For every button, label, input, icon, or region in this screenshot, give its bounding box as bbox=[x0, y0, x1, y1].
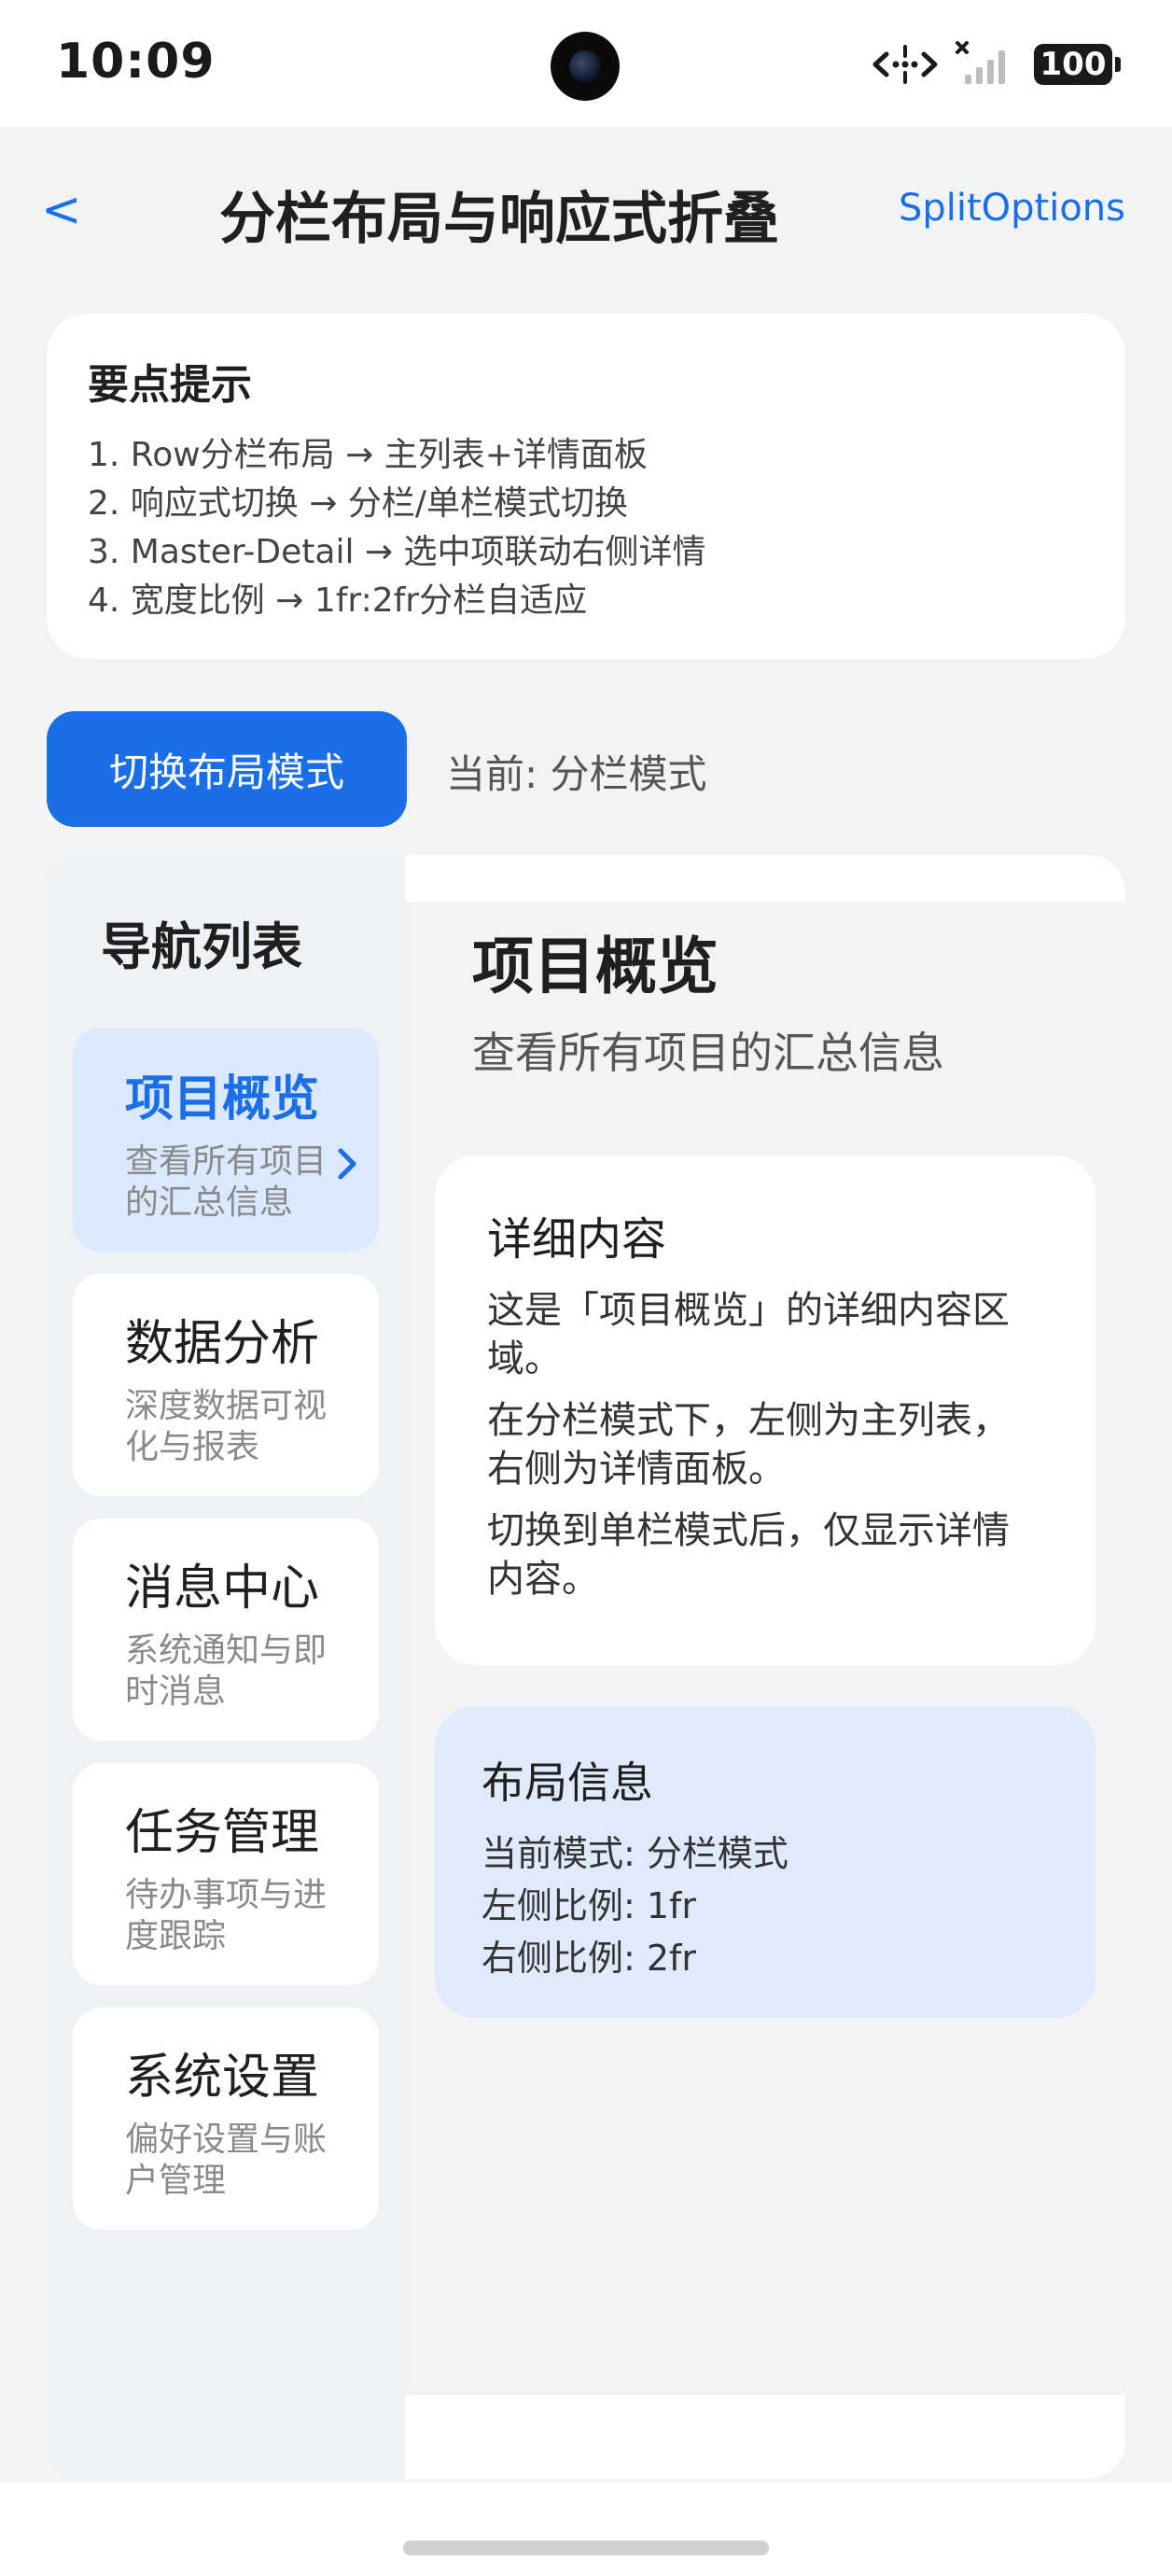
nav-item-title: 数据分析 bbox=[125, 1316, 320, 1372]
network-data-icon bbox=[872, 45, 938, 84]
nav-item-desc: 查看所有项目的汇总信息 bbox=[125, 1142, 328, 1222]
layout-info-card: 布局信息 当前模式: 分栏模式 左侧比例: 1fr 右侧比例: 2fr bbox=[435, 1706, 1095, 2018]
nav-item-message-center[interactable]: 消息中心 系统通知与即时消息 bbox=[73, 1519, 379, 1741]
content-card-paragraph: 在分栏模式下，左侧为主列表，右侧为详情面板。 bbox=[487, 1399, 1010, 1491]
tips-title: 要点提示 bbox=[88, 361, 252, 409]
nav-item-title: 任务管理 bbox=[125, 1805, 320, 1861]
split-options-button[interactable]: SplitOptions bbox=[899, 187, 1125, 230]
nav-item-title: 项目概览 bbox=[125, 1071, 320, 1127]
current-mode-label: 当前: 分栏模式 bbox=[446, 751, 707, 797]
tips-item: 2. 响应式切换 → 分栏/单栏模式切换 bbox=[88, 484, 628, 523]
status-icons: 100 bbox=[872, 41, 1121, 88]
detail-title: 项目概览 bbox=[472, 931, 719, 1002]
front-camera bbox=[551, 32, 620, 101]
info-card-line: 左侧比例: 1fr bbox=[481, 1885, 697, 1926]
nav-item-desc: 偏好设置与账户管理 bbox=[125, 2121, 328, 2200]
nav-list-title: 导航列表 bbox=[101, 917, 302, 976]
content-card-paragraph: 这是「项目概览」的详细内容区域。 bbox=[487, 1289, 1010, 1380]
tips-item: 3. Master-Detail → 选中项联动右侧详情 bbox=[88, 533, 706, 571]
bottom-bar bbox=[0, 2483, 1172, 2576]
tips-item: 1. Row分栏布局 → 主列表+详情面板 bbox=[88, 436, 648, 474]
status-bar: 10:09 100 bbox=[0, 0, 1172, 127]
nav-item-project-overview[interactable]: 项目概览 查看所有项目的汇总信息 bbox=[73, 1028, 379, 1252]
nav-item-title: 系统设置 bbox=[125, 2050, 320, 2106]
signal-icon bbox=[956, 41, 1005, 84]
info-card-line: 右侧比例: 2fr bbox=[481, 1938, 697, 1979]
detail-content-card: 详细内容 这是「项目概览」的详细内容区域。 在分栏模式下，左侧为主列表，右侧为详… bbox=[435, 1155, 1095, 1665]
tips-card: 要点提示 1. Row分栏布局 → 主列表+详情面板 2. 响应式切换 → 分栏… bbox=[47, 314, 1125, 659]
nav-item-desc: 待办事项与进度跟踪 bbox=[125, 1876, 328, 1955]
chevron-right-icon bbox=[338, 1148, 356, 1180]
nav-item-data-analysis[interactable]: 数据分析 深度数据可视化与报表 bbox=[73, 1274, 379, 1496]
toggle-layout-button[interactable]: 切换布局模式 bbox=[47, 711, 407, 827]
nav-item-task-management[interactable]: 任务管理 待办事项与进度跟踪 bbox=[73, 1763, 379, 1985]
detail-pane bbox=[405, 855, 1125, 2479]
master-list-pane: 导航列表 项目概览 查看所有项目的汇总信息 数据分析 深度数据可视化与报表 消息… bbox=[47, 855, 405, 2479]
status-time: 10:09 bbox=[56, 34, 216, 90]
content-card-title: 详细内容 bbox=[487, 1213, 667, 1266]
nav-item-desc: 系统通知与即时消息 bbox=[125, 1631, 328, 1711]
info-card-title: 布局信息 bbox=[481, 1757, 653, 1808]
home-indicator[interactable] bbox=[403, 2541, 769, 2555]
battery-icon: 100 bbox=[1034, 44, 1121, 85]
detail-subtitle: 查看所有项目的汇总信息 bbox=[472, 1028, 944, 1078]
back-button[interactable]: < bbox=[41, 177, 97, 243]
nav-item-title: 消息中心 bbox=[125, 1561, 320, 1617]
content-card-paragraph: 切换到单栏模式后，仅显示详情内容。 bbox=[487, 1509, 1010, 1601]
page-title: 分栏布局与响应式折叠 bbox=[219, 187, 779, 252]
nav-item-desc: 深度数据可视化与报表 bbox=[125, 1387, 328, 1466]
info-card-line: 当前模式: 分栏模式 bbox=[481, 1833, 788, 1874]
tips-item: 4. 宽度比例 → 1fr:2fr分栏自适应 bbox=[88, 581, 588, 620]
nav-item-system-settings[interactable]: 系统设置 偏好设置与账户管理 bbox=[73, 2008, 379, 2230]
split-container: 导航列表 项目概览 查看所有项目的汇总信息 数据分析 深度数据可视化与报表 消息… bbox=[47, 855, 1125, 2479]
